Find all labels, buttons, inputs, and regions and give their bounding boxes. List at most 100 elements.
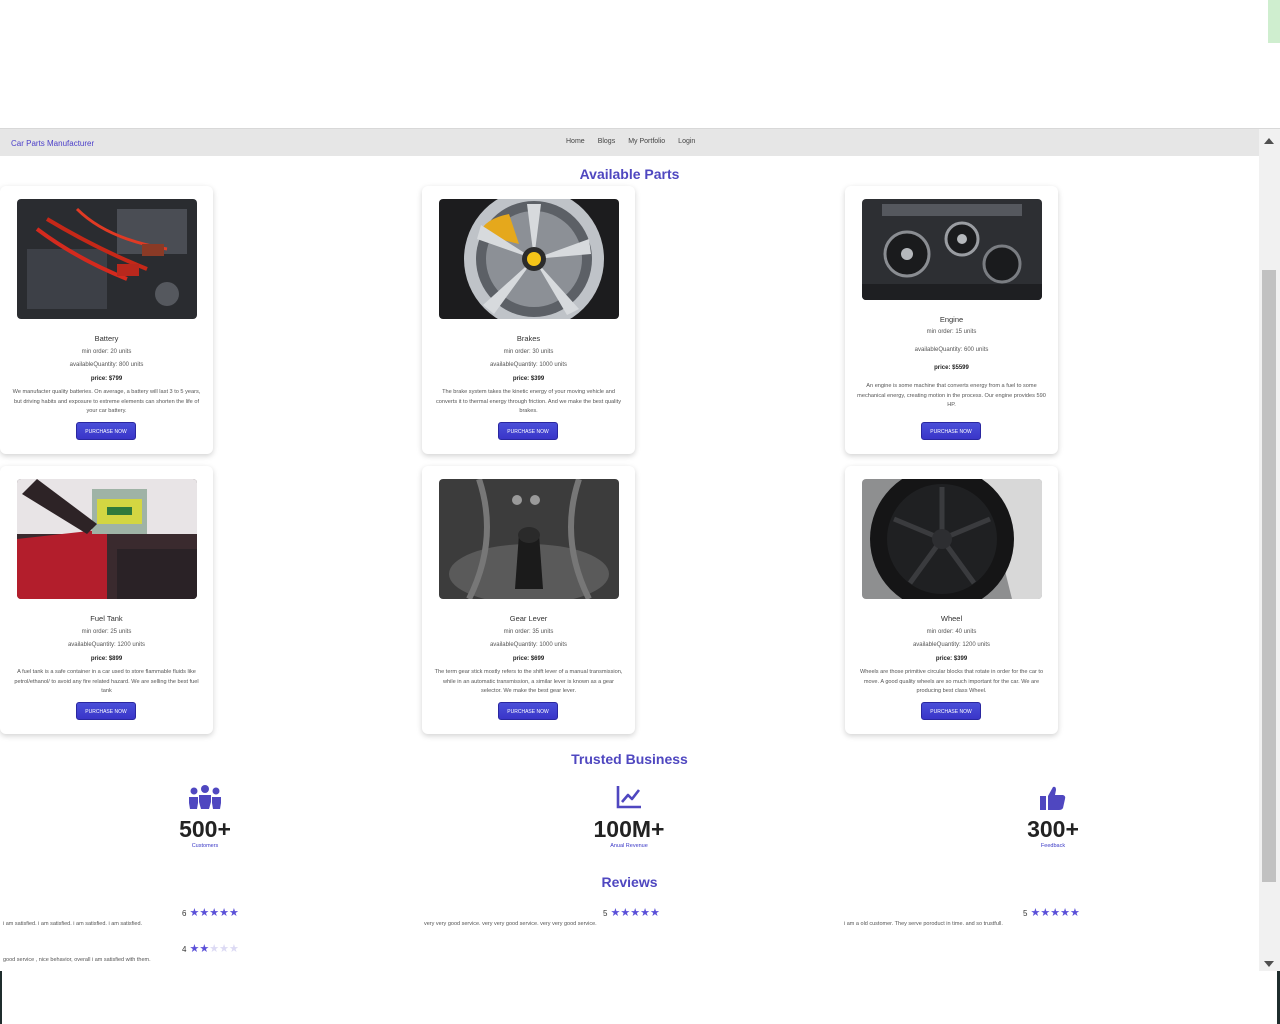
fuel-tank-image bbox=[17, 479, 197, 599]
star-icon: ★ bbox=[228, 943, 239, 955]
star-icon: ★ bbox=[199, 907, 210, 919]
star-rating: ★★★★★ bbox=[1030, 907, 1080, 919]
part-min-order: min order: 30 units bbox=[503, 349, 554, 355]
part-card-engine: Engine min order: 15 units availableQuan… bbox=[845, 186, 1058, 454]
part-available-quantity: availableQuantity: 1200 units bbox=[67, 642, 146, 648]
review-rating: 5 bbox=[1023, 908, 1028, 918]
purchase-now-button[interactable]: PURCHASE NOW bbox=[76, 702, 136, 720]
stat-label: Anual Revenue bbox=[610, 843, 648, 849]
part-available-quantity: availableQuantity: 800 units bbox=[69, 362, 144, 368]
star-icon: ★ bbox=[620, 907, 631, 919]
users-icon bbox=[145, 785, 265, 811]
chart-line-icon bbox=[569, 785, 689, 811]
stat-feedback: 300+ Feedback bbox=[993, 785, 1113, 849]
part-available-quantity: availableQuantity: 1000 units bbox=[489, 642, 568, 648]
star-icon: ★ bbox=[189, 907, 200, 919]
scroll-up-arrow-icon[interactable] bbox=[1264, 138, 1274, 144]
scroll-down-arrow-icon[interactable] bbox=[1264, 961, 1274, 967]
brand-link[interactable]: Car Parts Manufacturer bbox=[11, 139, 94, 148]
part-price: price: $399 bbox=[512, 376, 545, 382]
part-card-fuel-tank: Fuel Tank min order: 25 units availableQ… bbox=[0, 466, 213, 734]
part-card-wheel: Wheel min order: 40 units availableQuant… bbox=[845, 466, 1058, 734]
star-icon: ★ bbox=[1060, 907, 1070, 919]
part-price: price: $799 bbox=[90, 376, 123, 382]
star-rating: ★★★★★ bbox=[610, 907, 660, 919]
star-icon: ★ bbox=[209, 943, 220, 955]
stat-value: 500+ bbox=[179, 816, 231, 842]
star-icon: ★ bbox=[219, 943, 229, 955]
review-rating: 5 bbox=[603, 908, 608, 918]
star-icon: ★ bbox=[219, 907, 229, 919]
part-available-quantity: availableQuantity: 1000 units bbox=[489, 362, 568, 368]
purchase-now-button[interactable]: PURCHASE NOW bbox=[498, 702, 558, 720]
review-text: very very good service. very very good s… bbox=[424, 921, 597, 927]
navbar: Car Parts Manufacturer Home Blogs My Por… bbox=[0, 129, 1259, 156]
star-icon: ★ bbox=[640, 907, 650, 919]
purchase-now-button[interactable]: PURCHASE NOW bbox=[498, 422, 558, 440]
star-icon: ★ bbox=[1069, 907, 1080, 919]
nav-login-link[interactable]: Login bbox=[678, 138, 695, 145]
part-name: Fuel Tank bbox=[90, 614, 123, 623]
star-icon: ★ bbox=[209, 907, 220, 919]
wheel-image bbox=[862, 479, 1042, 599]
nav-home-link[interactable]: Home bbox=[566, 138, 585, 145]
star-rating: ★★★★★ bbox=[189, 907, 239, 919]
available-parts-title: Available Parts bbox=[579, 166, 680, 182]
part-name: Brakes bbox=[516, 334, 541, 343]
thumbs-up-icon bbox=[993, 785, 1113, 811]
review-text: good service , nice behavior, overall i … bbox=[3, 957, 151, 963]
part-description: We manufacter quality batteries. On aver… bbox=[12, 389, 201, 414]
reviews-title: Reviews bbox=[601, 874, 658, 890]
star-icon: ★ bbox=[610, 907, 621, 919]
star-icon: ★ bbox=[649, 907, 660, 919]
part-name: Gear Lever bbox=[509, 614, 548, 623]
part-description: A fuel tank is a safe container in a car… bbox=[14, 669, 199, 694]
review-rating: 6 bbox=[182, 908, 187, 918]
vertical-scrollbar[interactable] bbox=[1259, 129, 1280, 971]
stat-value: 300+ bbox=[1027, 816, 1079, 842]
part-min-order: min order: 15 units bbox=[926, 329, 977, 335]
purchase-now-button[interactable]: PURCHASE NOW bbox=[921, 422, 981, 440]
star-icon: ★ bbox=[630, 907, 641, 919]
part-min-order: min order: 40 units bbox=[926, 629, 977, 635]
part-description: The brake system takes the kinetic energ… bbox=[435, 389, 621, 414]
star-icon: ★ bbox=[228, 907, 239, 919]
part-card-brakes: Brakes min order: 30 units availableQuan… bbox=[422, 186, 635, 454]
purchase-now-button[interactable]: PURCHASE NOW bbox=[76, 422, 136, 440]
star-icon: ★ bbox=[1050, 907, 1061, 919]
review-text: i am satisfied. i am satisfied. i am sat… bbox=[3, 921, 143, 927]
part-description: The term gear stick mostly refers to the… bbox=[434, 669, 623, 694]
trusted-business-title: Trusted Business bbox=[571, 751, 688, 767]
star-icon: ★ bbox=[1030, 907, 1041, 919]
nav-portfolio-link[interactable]: My Portfolio bbox=[628, 138, 665, 145]
window-edge-left bbox=[0, 971, 2, 1024]
part-available-quantity: availableQuantity: 600 units bbox=[914, 347, 989, 353]
part-available-quantity: availableQuantity: 1200 units bbox=[912, 642, 991, 648]
star-icon: ★ bbox=[189, 943, 200, 955]
part-min-order: min order: 35 units bbox=[503, 629, 554, 635]
part-name: Engine bbox=[939, 315, 964, 324]
engine-image bbox=[862, 199, 1042, 300]
part-description: An engine is some machine that converts … bbox=[857, 383, 1046, 408]
battery-image bbox=[17, 199, 197, 319]
purchase-now-button[interactable]: PURCHASE NOW bbox=[921, 702, 981, 720]
stat-customers: 500+ Customers bbox=[145, 785, 265, 849]
stat-label: Customers bbox=[191, 843, 219, 849]
scroll-thumb[interactable] bbox=[1262, 270, 1276, 882]
stat-value: 100M+ bbox=[593, 816, 665, 842]
part-name: Battery bbox=[94, 334, 119, 343]
part-description: Wheels are those primitive circular bloc… bbox=[859, 669, 1044, 694]
review-rating: 4 bbox=[182, 944, 187, 954]
star-icon: ★ bbox=[1040, 907, 1051, 919]
review-text: i am a old customer. They serve poroduct… bbox=[844, 921, 1003, 927]
part-min-order: min order: 25 units bbox=[81, 629, 132, 635]
stat-label: Feedback bbox=[1040, 843, 1066, 849]
brakes-image bbox=[439, 199, 619, 319]
nav-blogs-link[interactable]: Blogs bbox=[598, 138, 616, 145]
star-rating: ★★★★★ bbox=[189, 943, 239, 955]
gear-lever-image bbox=[439, 479, 619, 599]
part-price: price: $699 bbox=[512, 656, 545, 662]
star-icon: ★ bbox=[199, 943, 210, 955]
part-name: Wheel bbox=[940, 614, 963, 623]
browser-viewport: Car Parts Manufacturer Home Blogs My Por… bbox=[0, 128, 1280, 971]
